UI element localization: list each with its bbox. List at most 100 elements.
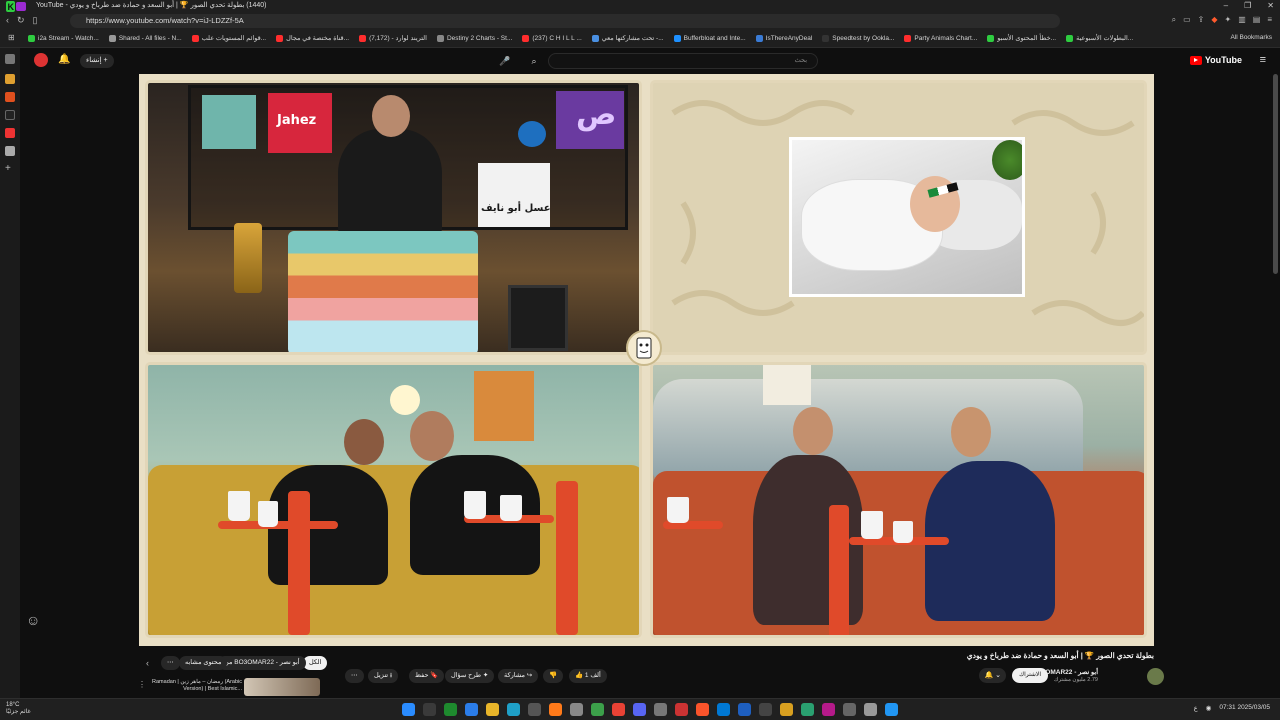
hamburger-menu-icon[interactable]: ≡ xyxy=(1260,54,1266,66)
photos-icon[interactable] xyxy=(465,703,478,716)
recommendation-title[interactable]: Ramadan | رمضان – ماهر زين (Arabic Versi… xyxy=(150,679,242,693)
recommendation-chip[interactable]: الكل xyxy=(303,656,328,670)
url-field[interactable]: https://www.youtube.com/watch?v=iJ-LDZZf… xyxy=(70,14,1060,28)
bookmark-item[interactable]: Party Animals Chart... xyxy=(904,34,977,42)
notification-bell-button[interactable]: 🔔 ⌄ xyxy=(979,668,1006,683)
search-taskbar-icon[interactable] xyxy=(423,703,436,716)
search-input[interactable]: بحث xyxy=(548,53,818,69)
video-action-button[interactable]: 👍 1 ألف xyxy=(569,669,607,683)
brave-shield-icon[interactable]: ◆ xyxy=(1211,15,1217,25)
notifications-icon[interactable]: 🔔 xyxy=(58,54,70,65)
vscode-icon[interactable] xyxy=(717,703,730,716)
recommendation-menu-icon[interactable]: ⋮ xyxy=(138,680,146,689)
recommendation-chip[interactable]: محتوى مشابه xyxy=(179,656,228,670)
search-icon[interactable]: ⌕ xyxy=(525,53,543,69)
video-action-button[interactable]: طرح سؤال ✦ xyxy=(445,669,495,683)
close-button[interactable]: ✕ xyxy=(1267,0,1274,12)
tray-network-icon[interactable]: ◉ xyxy=(1206,704,1212,712)
start-icon[interactable] xyxy=(402,703,415,716)
recommendation-chip[interactable]: ⋯ xyxy=(161,656,180,670)
settings-icon[interactable] xyxy=(864,703,877,716)
sidebar-bookmark-icon[interactable] xyxy=(5,74,15,84)
left-corner-app-icon[interactable]: ☺ xyxy=(26,612,40,628)
channel-avatar[interactable] xyxy=(1147,668,1164,685)
bookmark-item[interactable]: IsThereAnyDeal xyxy=(755,34,812,42)
all-bookmarks-button[interactable]: All Bookmarks xyxy=(1230,34,1272,41)
bookmark-item[interactable]: خطأ المحتوى الأسبو... xyxy=(987,34,1056,42)
mic-icon[interactable]: 🎤 xyxy=(497,53,513,69)
app-icon-generic-8[interactable] xyxy=(801,703,814,716)
bookmark-item[interactable]: قوائم المستويات علب... xyxy=(191,34,266,42)
browser-sidebar: + xyxy=(0,48,20,698)
video-action-button[interactable]: تنزيل ⭳ xyxy=(368,669,399,683)
zoom-icon[interactable]: ⌕ xyxy=(1172,15,1176,25)
app-icon-generic-3[interactable] xyxy=(654,703,667,716)
clock[interactable]: 07:31 2025/03/05 xyxy=(1219,704,1270,712)
app-icon-generic-10[interactable] xyxy=(843,703,856,716)
xbox-icon[interactable] xyxy=(444,703,457,716)
brave-icon[interactable] xyxy=(696,703,709,716)
video-action-button[interactable]: ⋯ xyxy=(345,669,364,683)
account-avatar[interactable] xyxy=(34,53,48,67)
bookmark-item[interactable]: (237) C H I L L ... xyxy=(522,34,582,42)
bookmark-item[interactable]: i2a Stream - Watch... xyxy=(28,34,99,42)
sidebar-app-icon[interactable] xyxy=(5,92,15,102)
bookmark-page-icon[interactable]: ▯ xyxy=(33,15,38,26)
app-icon-generic-9[interactable] xyxy=(822,703,835,716)
apps-grid-icon[interactable]: ⊞ xyxy=(8,33,15,42)
app-icon-generic-4[interactable] xyxy=(675,703,688,716)
share-icon[interactable]: ⇪ xyxy=(1198,15,1205,25)
sidebar-history-icon[interactable] xyxy=(5,146,15,156)
wallet-icon[interactable]: ▤ xyxy=(1253,15,1261,25)
sidebar-panel-icon[interactable] xyxy=(5,54,15,64)
bookmark-item[interactable]: Destiny 2 Charts - St... xyxy=(436,34,512,42)
bookmark-item[interactable]: Shared - All files - N... xyxy=(108,34,182,42)
video-action-button[interactable]: 👎 xyxy=(543,669,564,683)
sidebar-toggle-icon[interactable]: ▥ xyxy=(1238,15,1246,25)
language-indicator[interactable]: ع xyxy=(1194,704,1198,712)
reload-icon[interactable]: ↻ xyxy=(17,15,25,26)
bookmark-item[interactable]: تحت مشاركتها معي -... xyxy=(591,34,664,42)
edge-icon[interactable] xyxy=(507,703,520,716)
bookmark-item[interactable]: Bufferbloat and Inte... xyxy=(673,34,746,42)
discord-icon[interactable] xyxy=(633,703,646,716)
store-icon[interactable] xyxy=(528,703,541,716)
settings-menu-icon[interactable]: ≡ xyxy=(1267,15,1272,25)
bookmark-item[interactable]: Speedtest by Ookla... xyxy=(822,34,894,42)
bookmark-item[interactable]: التريند لوارد - (7,172) xyxy=(359,34,427,42)
subscribe-button[interactable]: الاشتراك xyxy=(1012,668,1048,683)
app-icon-generic-2[interactable] xyxy=(591,703,604,716)
blue-vase xyxy=(518,121,546,147)
maximize-button[interactable]: ❐ xyxy=(1244,0,1251,12)
video-action-button[interactable]: مشاركة ↪ xyxy=(498,669,539,683)
app-icon-generic-11[interactable] xyxy=(885,703,898,716)
weather-widget[interactable]: 18°C غائم جزئيًا xyxy=(6,702,31,716)
video-action-button[interactable]: حفظ 🔖 xyxy=(409,669,445,683)
chrome-icon[interactable] xyxy=(612,703,625,716)
sidebar-youtube-icon[interactable] xyxy=(5,128,15,138)
bookmark-item[interactable]: البطولات الأسبوعية... xyxy=(1066,34,1133,42)
recommendation-chip[interactable]: من BO3OMAR22 - أبو نصر xyxy=(218,656,306,670)
bookmark-favicon-icon xyxy=(436,34,444,42)
app-icon-generic-7[interactable] xyxy=(780,703,793,716)
recommendation-thumbnail[interactable] xyxy=(244,678,320,696)
app-icon-generic-1[interactable] xyxy=(570,703,583,716)
cast-icon[interactable]: ▭ xyxy=(1183,15,1191,25)
app-icon-generic-6[interactable] xyxy=(759,703,772,716)
sidebar-add-icon[interactable]: + xyxy=(5,164,15,174)
extensions-icon[interactable]: ✦ xyxy=(1225,15,1232,25)
bookmark-favicon-icon xyxy=(1066,34,1074,42)
sidebar-tiktok-icon[interactable] xyxy=(5,110,15,120)
page-scrollbar[interactable] xyxy=(1273,74,1278,274)
app-icon-generic-5[interactable] xyxy=(738,703,751,716)
create-button[interactable]: إنشاء + xyxy=(80,54,114,68)
minimize-button[interactable]: – xyxy=(1224,0,1228,12)
firefox-icon[interactable] xyxy=(549,703,562,716)
windows-taskbar: 18°C غائم جزئيًا ع ◉ 07:31 2025/03/05 xyxy=(0,698,1280,720)
file-explorer-icon[interactable] xyxy=(486,703,499,716)
chips-prev-icon[interactable]: ‹ xyxy=(146,658,149,668)
back-icon[interactable]: ‹ xyxy=(6,15,9,26)
youtube-logo[interactable]: YouTube xyxy=(1189,55,1242,65)
bookmark-item[interactable]: قناة مختصة في مجال... xyxy=(276,34,349,42)
honey-sign: عسل أبو نايف xyxy=(481,203,551,214)
